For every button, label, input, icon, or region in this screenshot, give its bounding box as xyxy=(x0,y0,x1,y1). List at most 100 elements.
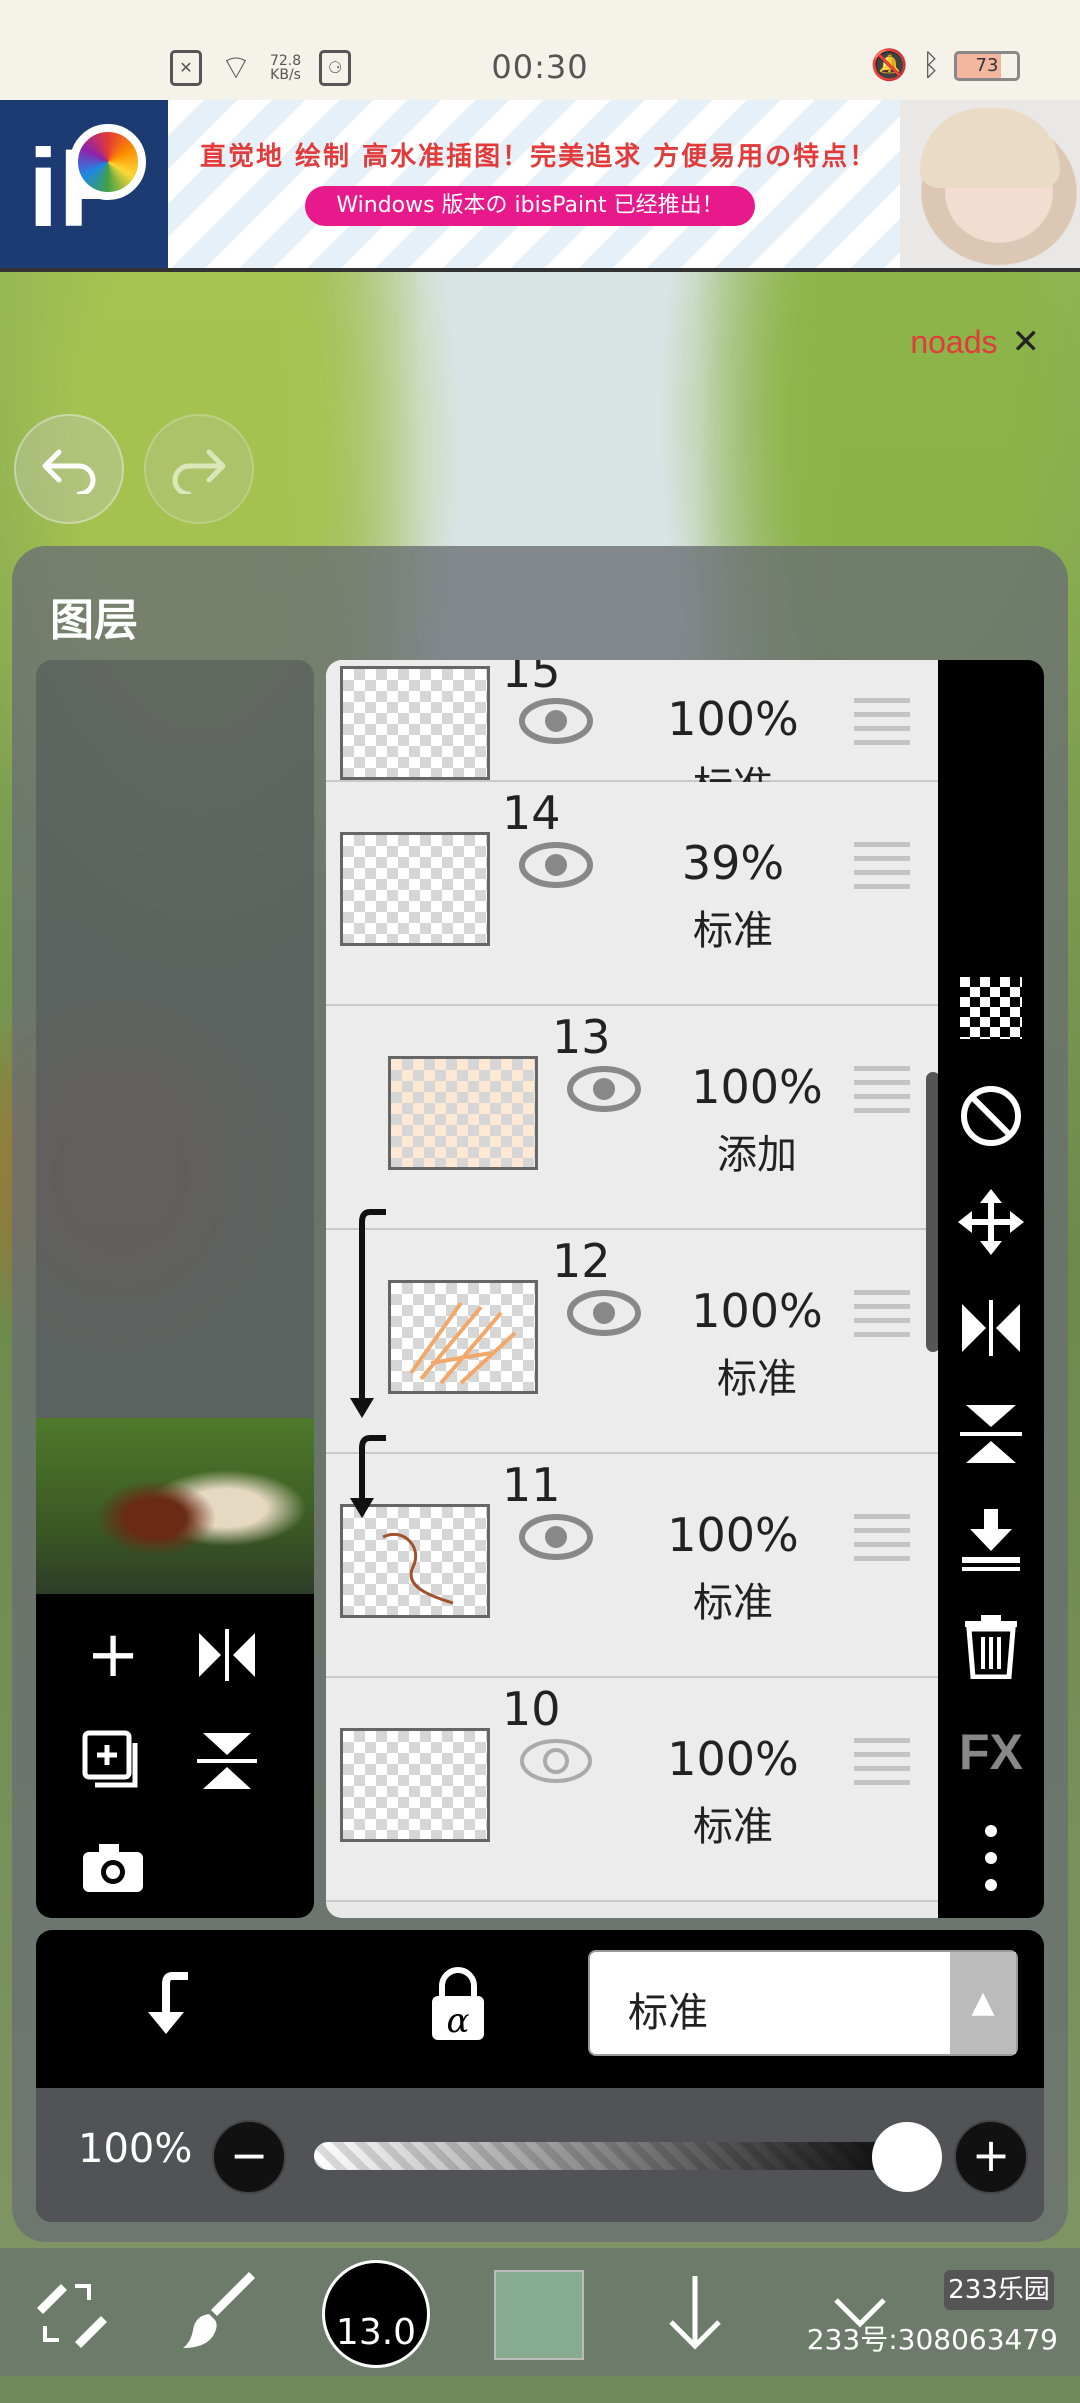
brush-size-button[interactable]: 13.0 xyxy=(322,2260,430,2368)
layer-row[interactable]: 11 100% 标准 xyxy=(326,1454,938,1678)
visibility-eye-icon[interactable] xyxy=(518,696,594,746)
fx-icon: FX xyxy=(959,1724,1023,1780)
layer-number: 15 xyxy=(502,660,561,698)
drag-handle-icon[interactable] xyxy=(854,1066,910,1116)
camera-icon xyxy=(83,1844,143,1892)
clip-to-below-button[interactable] xyxy=(136,1968,196,2042)
ad-banner[interactable]: iP 直觉地 绘制 高水准插图！完美追求 方便易用の特点！ Windows 版本… xyxy=(0,100,1080,272)
canvas-preview-image[interactable] xyxy=(36,1418,314,1594)
ad-pill[interactable]: Windows 版本の ibisPaint 已经推出！ xyxy=(305,186,755,226)
brush-button[interactable] xyxy=(176,2272,266,2352)
visibility-eye-hidden-icon[interactable] xyxy=(518,1736,594,1786)
clipping-indicator-icon xyxy=(350,1209,386,1518)
layer-side-toolbar: FX xyxy=(938,660,1044,1918)
blend-row: α 标准 ▲ xyxy=(36,1930,1044,2088)
transparency-lock-button[interactable] xyxy=(938,962,1044,1054)
layer-number: 14 xyxy=(502,786,561,840)
drag-handle-icon[interactable] xyxy=(854,842,910,892)
flip-h-icon xyxy=(199,1629,255,1681)
layer-number: 13 xyxy=(552,1010,611,1064)
layer-opacity: 39% xyxy=(681,836,785,890)
alpha-lock-button[interactable]: α xyxy=(428,1966,488,2046)
circle-half-icon xyxy=(961,1086,1021,1146)
panel-title: 图层 xyxy=(50,595,138,646)
ibispaint-logo: iP xyxy=(0,100,168,268)
layer-row[interactable]: 15 100% 标准 xyxy=(326,660,938,810)
layer-row[interactable]: 13 100% 添加 xyxy=(326,1006,938,1230)
arrow-down-icon xyxy=(669,2276,721,2350)
layer-row[interactable]: 10 100% 标准 xyxy=(326,1678,938,1902)
checker-icon xyxy=(960,977,1022,1039)
drag-handle-icon[interactable] xyxy=(854,698,910,748)
undo-icon xyxy=(42,449,96,494)
minus-icon: − xyxy=(229,2128,269,2182)
status-right: 🔕 ᛒ 73 xyxy=(871,48,1020,83)
more-options-button[interactable] xyxy=(938,1812,1044,1904)
delete-layer-button[interactable] xyxy=(938,1600,1044,1692)
color-swatch-button[interactable] xyxy=(494,2270,584,2360)
merge-down-button[interactable] xyxy=(938,1494,1044,1586)
layer-list[interactable]: 15 100% 标准 14 39% 标准 13 xyxy=(326,660,938,1918)
visibility-eye-icon[interactable] xyxy=(566,1288,642,1338)
layer-number: 11 xyxy=(502,1458,561,1512)
bluetooth-icon: ᛒ xyxy=(922,48,940,83)
move-icon xyxy=(958,1189,1024,1255)
flip-horizontal-button[interactable] xyxy=(938,1282,1044,1374)
close-ad-icon[interactable]: ✕ xyxy=(1012,323,1041,361)
trash-icon xyxy=(965,1615,1017,1679)
fx-button[interactable]: FX xyxy=(938,1706,1044,1798)
watermark-logo: 233乐园 xyxy=(944,2270,1054,2310)
blend-mode-value: 标准 xyxy=(628,1990,708,2036)
layer-thumbnail xyxy=(388,1280,538,1394)
status-bar: ✕ ⌔ 72.8 KB/s ⚆ 00:30 🔕 ᛒ 73 xyxy=(0,0,1080,100)
opacity-slider[interactable] xyxy=(314,2142,924,2170)
flip-vertical-button[interactable] xyxy=(938,1388,1044,1480)
layer-properties: α 标准 ▲ 100% − + xyxy=(36,1930,1044,2222)
camera-button[interactable] xyxy=(68,1822,158,1912)
move-layer-button[interactable] xyxy=(938,1176,1044,1268)
layer-panel: 图层 + 15 100% 14 39% 标准 13 100% 添加 12 100… xyxy=(12,546,1068,2242)
layer-blend-mode: 标准 xyxy=(717,1356,797,1402)
brush-eraser-switch-icon xyxy=(37,2284,107,2348)
layer-thumbnail xyxy=(340,1728,490,1842)
add-layer-icon: + xyxy=(86,1618,140,1692)
bottom-toolbar: 13.0 233乐园 233号:308063479 xyxy=(0,2248,1080,2376)
flip-h-button[interactable] xyxy=(182,1610,272,1700)
opacity-slider-knob[interactable] xyxy=(872,2122,942,2192)
drag-handle-icon[interactable] xyxy=(854,1290,910,1340)
layer-number: 12 xyxy=(552,1234,611,1288)
layer-blend-mode: 标准 xyxy=(693,1580,773,1626)
drag-handle-icon[interactable] xyxy=(854,1738,910,1788)
drag-handle-icon[interactable] xyxy=(854,1514,910,1564)
flip-horizontal-icon xyxy=(962,1300,1020,1356)
layer-row[interactable]: 12 100% 标准 xyxy=(326,1230,938,1454)
watermark-text: 233号:308063479 xyxy=(806,2323,1058,2356)
redo-button[interactable] xyxy=(144,414,254,524)
visibility-eye-icon[interactable] xyxy=(518,1512,594,1562)
layer-down-button[interactable] xyxy=(650,2272,740,2352)
layer-row[interactable]: 14 39% 标准 xyxy=(326,782,938,1006)
visibility-eye-icon[interactable] xyxy=(518,840,594,890)
add-layer-button[interactable]: + xyxy=(68,1610,158,1700)
ad-headline: 直觉地 绘制 高水准插图！完美追求 方便易用の特点！ xyxy=(200,142,878,172)
sketch-preview xyxy=(409,1301,517,1385)
layer-opacity: 100% xyxy=(691,1284,823,1338)
layer-thumbnail xyxy=(388,1056,538,1170)
blend-mode-select[interactable]: 标准 ▲ xyxy=(588,1950,1018,2056)
ad-portrait-image xyxy=(900,100,1080,268)
clipping-button[interactable] xyxy=(938,1070,1044,1162)
tool-switch-button[interactable] xyxy=(26,2272,116,2352)
clip-arrow-icon xyxy=(148,1972,188,2034)
layer-list-scrollbar[interactable] xyxy=(926,1072,938,1352)
flip-v-button[interactable] xyxy=(182,1716,272,1806)
opacity-decrease-button[interactable]: − xyxy=(212,2120,286,2194)
opacity-increase-button[interactable]: + xyxy=(954,2120,1028,2194)
merge-down-icon xyxy=(962,1509,1020,1571)
noads-button[interactable]: noads ✕ xyxy=(910,322,1040,362)
add-special-layer-button[interactable] xyxy=(68,1716,158,1806)
flip-v-icon xyxy=(197,1733,257,1789)
undo-button[interactable] xyxy=(14,414,124,524)
visibility-eye-icon[interactable] xyxy=(566,1064,642,1114)
layer-blend-mode: 标准 xyxy=(693,908,773,954)
layer-opacity: 100% xyxy=(667,1508,799,1562)
